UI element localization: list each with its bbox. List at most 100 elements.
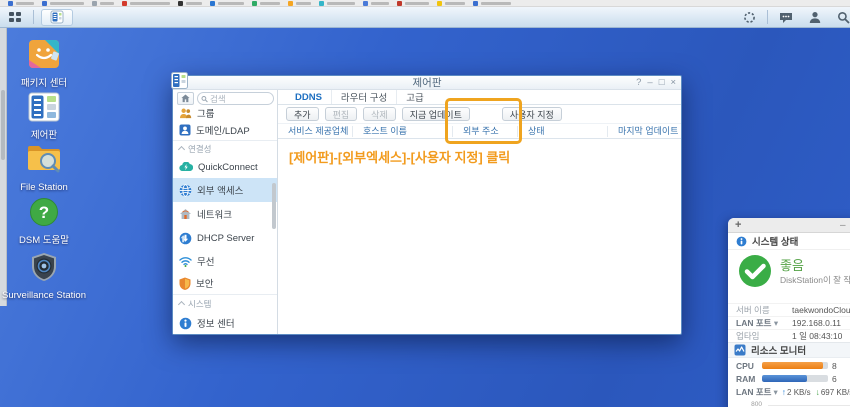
dhcp-server-icon <box>179 232 192 245</box>
tab-advanced[interactable]: 고급 <box>397 90 432 104</box>
sidebar-item-info-center[interactable]: 정보 센터 <box>173 312 277 334</box>
pilot-view-icon <box>743 11 756 24</box>
ram-value: 6 <box>832 374 837 384</box>
health-check-icon <box>738 254 772 288</box>
desktop-icon-surveillance-station[interactable]: Surveillance Station <box>16 252 72 301</box>
domain-ldap-icon <box>179 124 191 136</box>
desktop-icon-label: 패키지 센터 <box>16 78 72 89</box>
column-header-hostname[interactable]: 호스트 이름 <box>353 126 453 137</box>
bookmark <box>473 1 511 6</box>
svg-text:?: ? <box>39 203 49 222</box>
favicon <box>437 1 442 6</box>
system-health-title: 시스템 상태 <box>752 234 798 248</box>
surveillance-station-icon <box>29 252 59 282</box>
lan-sparkline <box>768 401 850 407</box>
control-panel-mini-icon <box>50 10 64 24</box>
favicon <box>210 1 215 6</box>
add-widget-button[interactable]: + <box>735 219 741 232</box>
favicon <box>319 1 324 6</box>
desktop-icon-dsm-help[interactable]: ? DSM 도움말 <box>16 197 72 246</box>
search-icon <box>837 11 850 24</box>
wireless-icon <box>179 256 192 267</box>
search-button[interactable] <box>829 9 850 26</box>
bookmark <box>122 1 170 6</box>
window-close-button[interactable]: × <box>670 76 676 90</box>
bookmark <box>437 1 465 6</box>
cpu-row: CPU 8 <box>728 360 850 371</box>
download-arrow-icon: ↓ <box>816 387 820 397</box>
browser-edge-scrollbar[interactable] <box>0 28 7 306</box>
file-station-icon <box>26 142 62 174</box>
column-header-status[interactable]: 상태 <box>518 126 608 137</box>
pilot-view-button[interactable] <box>735 9 764 26</box>
tab-router-config[interactable]: 라우터 구성 <box>332 90 397 104</box>
window-titlebar[interactable]: 제어판 ? – □ × <box>173 76 681 90</box>
ram-bar-fill <box>762 375 807 382</box>
control-panel-icon <box>28 92 60 122</box>
favicon <box>92 1 97 6</box>
sidebar-item-network[interactable]: 네트워크 <box>173 202 277 226</box>
search-input[interactable] <box>210 94 270 104</box>
favicon <box>8 1 13 6</box>
bookmark <box>42 1 84 6</box>
add-button[interactable]: 추가 <box>286 107 319 121</box>
main-menu-button[interactable] <box>0 9 30 26</box>
dsm-help-icon: ? <box>29 197 59 227</box>
desktop-icon-label: 제어판 <box>16 130 72 141</box>
chat-bubble-icon <box>779 11 793 24</box>
widget-panel: + – 시스템 상태 좋음 DiskStation이 잘 작동 중입니다. 서버… <box>728 218 850 407</box>
sidebar-item-security[interactable]: 보안 <box>173 272 277 294</box>
sidebar-section-system[interactable]: 시스템 <box>173 294 277 312</box>
bookmark <box>397 1 429 6</box>
sidebar-item-external-access[interactable]: 외부 액세스 <box>173 178 277 202</box>
sidebar-section-connectivity[interactable]: 연결성 <box>173 140 277 156</box>
sidebar-search[interactable] <box>197 92 274 105</box>
group-icon <box>179 108 192 119</box>
sidebar-item-domain-ldap[interactable]: 도메인/LDAP <box>173 120 277 140</box>
widget-minimize-button[interactable]: – <box>840 219 846 232</box>
desktop-icon-file-station[interactable]: File Station <box>16 142 72 193</box>
window-help-button[interactable]: ? <box>636 76 641 90</box>
edit-button[interactable]: 편집 <box>325 107 358 121</box>
column-header-service-provider[interactable]: 서비스 제공업체 <box>278 126 353 137</box>
window-minimize-button[interactable]: – <box>647 76 652 90</box>
dsm-taskbar <box>0 7 850 28</box>
taskbar-open-app-control-panel[interactable] <box>41 9 73 26</box>
bookmark <box>252 1 280 6</box>
desktop-icon-control-panel[interactable]: 제어판 <box>16 92 72 141</box>
desktop-icon-label: DSM 도움말 <box>16 235 72 246</box>
notifications-button[interactable] <box>771 9 801 26</box>
sidebar-item-dhcp-server[interactable]: DHCP Server <box>173 226 277 250</box>
dropdown-caret-icon[interactable]: ▾ <box>774 318 778 328</box>
resource-monitor-header[interactable]: 리소스 모니터 <box>728 342 850 358</box>
sidebar-scrollbar-thumb[interactable] <box>272 183 276 229</box>
taskbar-separator <box>33 10 34 24</box>
column-header-last-update[interactable]: 마지막 업데이트 시.. <box>608 126 681 137</box>
cpu-bar-fill <box>762 362 823 369</box>
window-maximize-button[interactable]: □ <box>659 76 665 90</box>
sidebar-item-group[interactable]: 그룹 <box>173 106 277 120</box>
desktop-icon-package-center[interactable]: 패키지 센터 <box>16 38 72 89</box>
info-icon <box>736 236 747 247</box>
sidebar-item-quickconnect[interactable]: QuickConnect <box>173 156 277 178</box>
info-icon <box>179 317 192 330</box>
user-menu-button[interactable] <box>801 9 829 26</box>
bookmark <box>363 1 389 6</box>
cpu-bar <box>762 362 828 369</box>
user-icon <box>809 11 821 24</box>
scrollbar-thumb[interactable] <box>1 90 5 160</box>
favicon <box>473 1 478 6</box>
tab-ddns[interactable]: DDNS <box>286 90 332 104</box>
dsm-desktop: 패키지 센터 제어판 File Station ? DSM 도움말 <box>0 0 850 407</box>
control-panel-sidebar: 그룹 도메인/LDAP 연결성 <box>173 90 278 334</box>
ram-bar <box>762 375 828 382</box>
cpu-value: 8 <box>832 361 837 371</box>
sidebar-item-wireless[interactable]: 무선 <box>173 250 277 272</box>
server-name-row: 서버 이름 taekwondoCloud <box>728 303 850 316</box>
control-panel-window: 제어판 ? – □ × <box>172 75 682 335</box>
lan-traffic-graph: 800 600 400 <box>728 401 850 407</box>
system-health-header[interactable]: 시스템 상태 <box>728 233 850 250</box>
dropdown-caret-icon[interactable]: ▾ <box>773 387 777 398</box>
home-button[interactable] <box>177 92 194 105</box>
delete-button[interactable]: 삭제 <box>363 107 396 121</box>
